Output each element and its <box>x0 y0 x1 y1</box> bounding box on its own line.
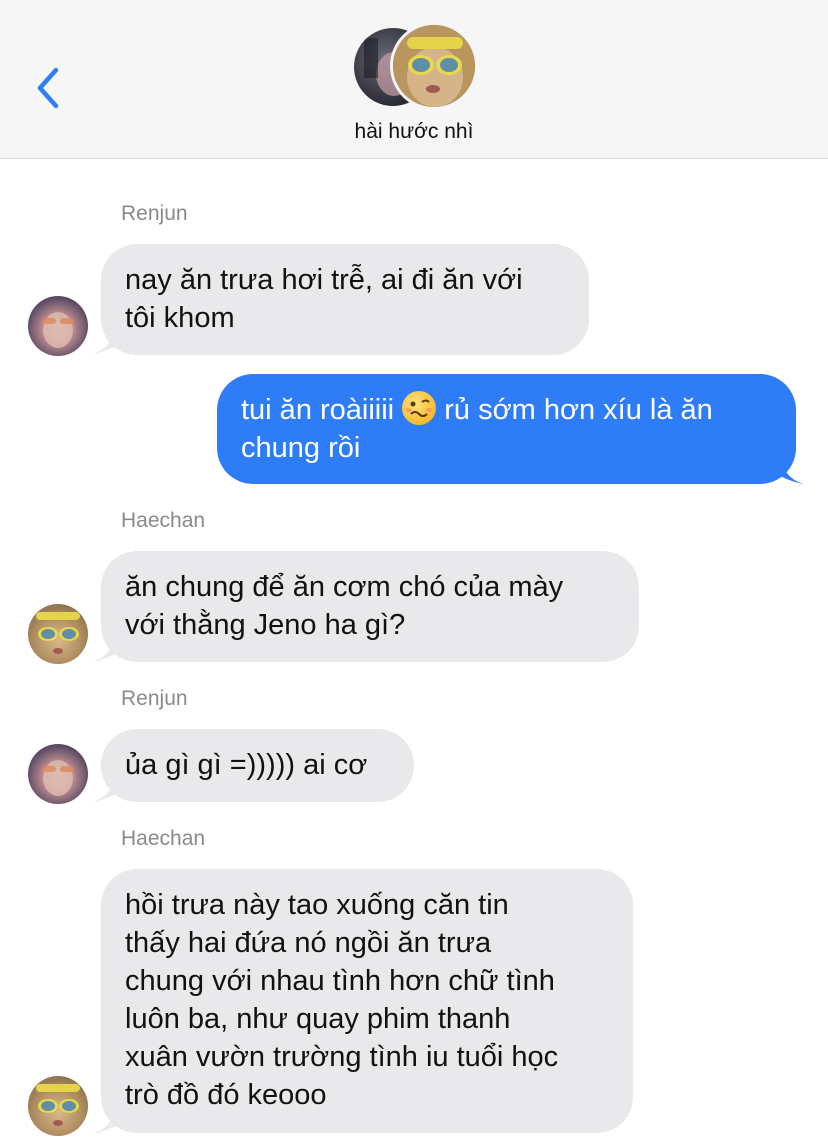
avatar[interactable] <box>28 744 88 804</box>
avatar[interactable] <box>28 296 88 356</box>
sender-name: Renjun <box>121 202 188 225</box>
avatar[interactable] <box>28 1076 88 1136</box>
message-text: tui ăn roàiiiii <box>241 394 403 426</box>
member-avatar-haechan <box>390 22 478 110</box>
message-bubble-outgoing[interactable]: tui ăn roàiiiii rủ sớm hơn xíu là ăn chu… <box>217 374 796 484</box>
message-bubble[interactable]: ăn chung để ăn cơm chó của mày với thằng… <box>101 551 639 662</box>
conversation-title[interactable]: hài hước nhì <box>0 120 828 144</box>
sender-name: Renjun <box>121 687 188 710</box>
chat-header: hài hước nhì <box>0 0 828 159</box>
back-button[interactable] <box>30 62 70 112</box>
group-avatar[interactable] <box>352 22 478 110</box>
message-bubble[interactable]: hồi trưa này tao xuống căn tin thấy hai … <box>101 869 633 1133</box>
avatar[interactable] <box>28 604 88 664</box>
chevron-left-icon <box>37 67 59 109</box>
sender-name: Haechan <box>121 509 206 532</box>
woozy-face-icon <box>402 391 437 425</box>
message-bubble[interactable]: ủa gì gì =))))) ai cơ <box>101 729 414 802</box>
chat-screen: hài hước nhì Renjun nay ăn trưa hơi trễ,… <box>0 0 828 1142</box>
sender-name: Haechan <box>121 827 206 850</box>
message-bubble[interactable]: nay ăn trưa hơi trễ, ai đi ăn với tôi kh… <box>101 244 589 355</box>
